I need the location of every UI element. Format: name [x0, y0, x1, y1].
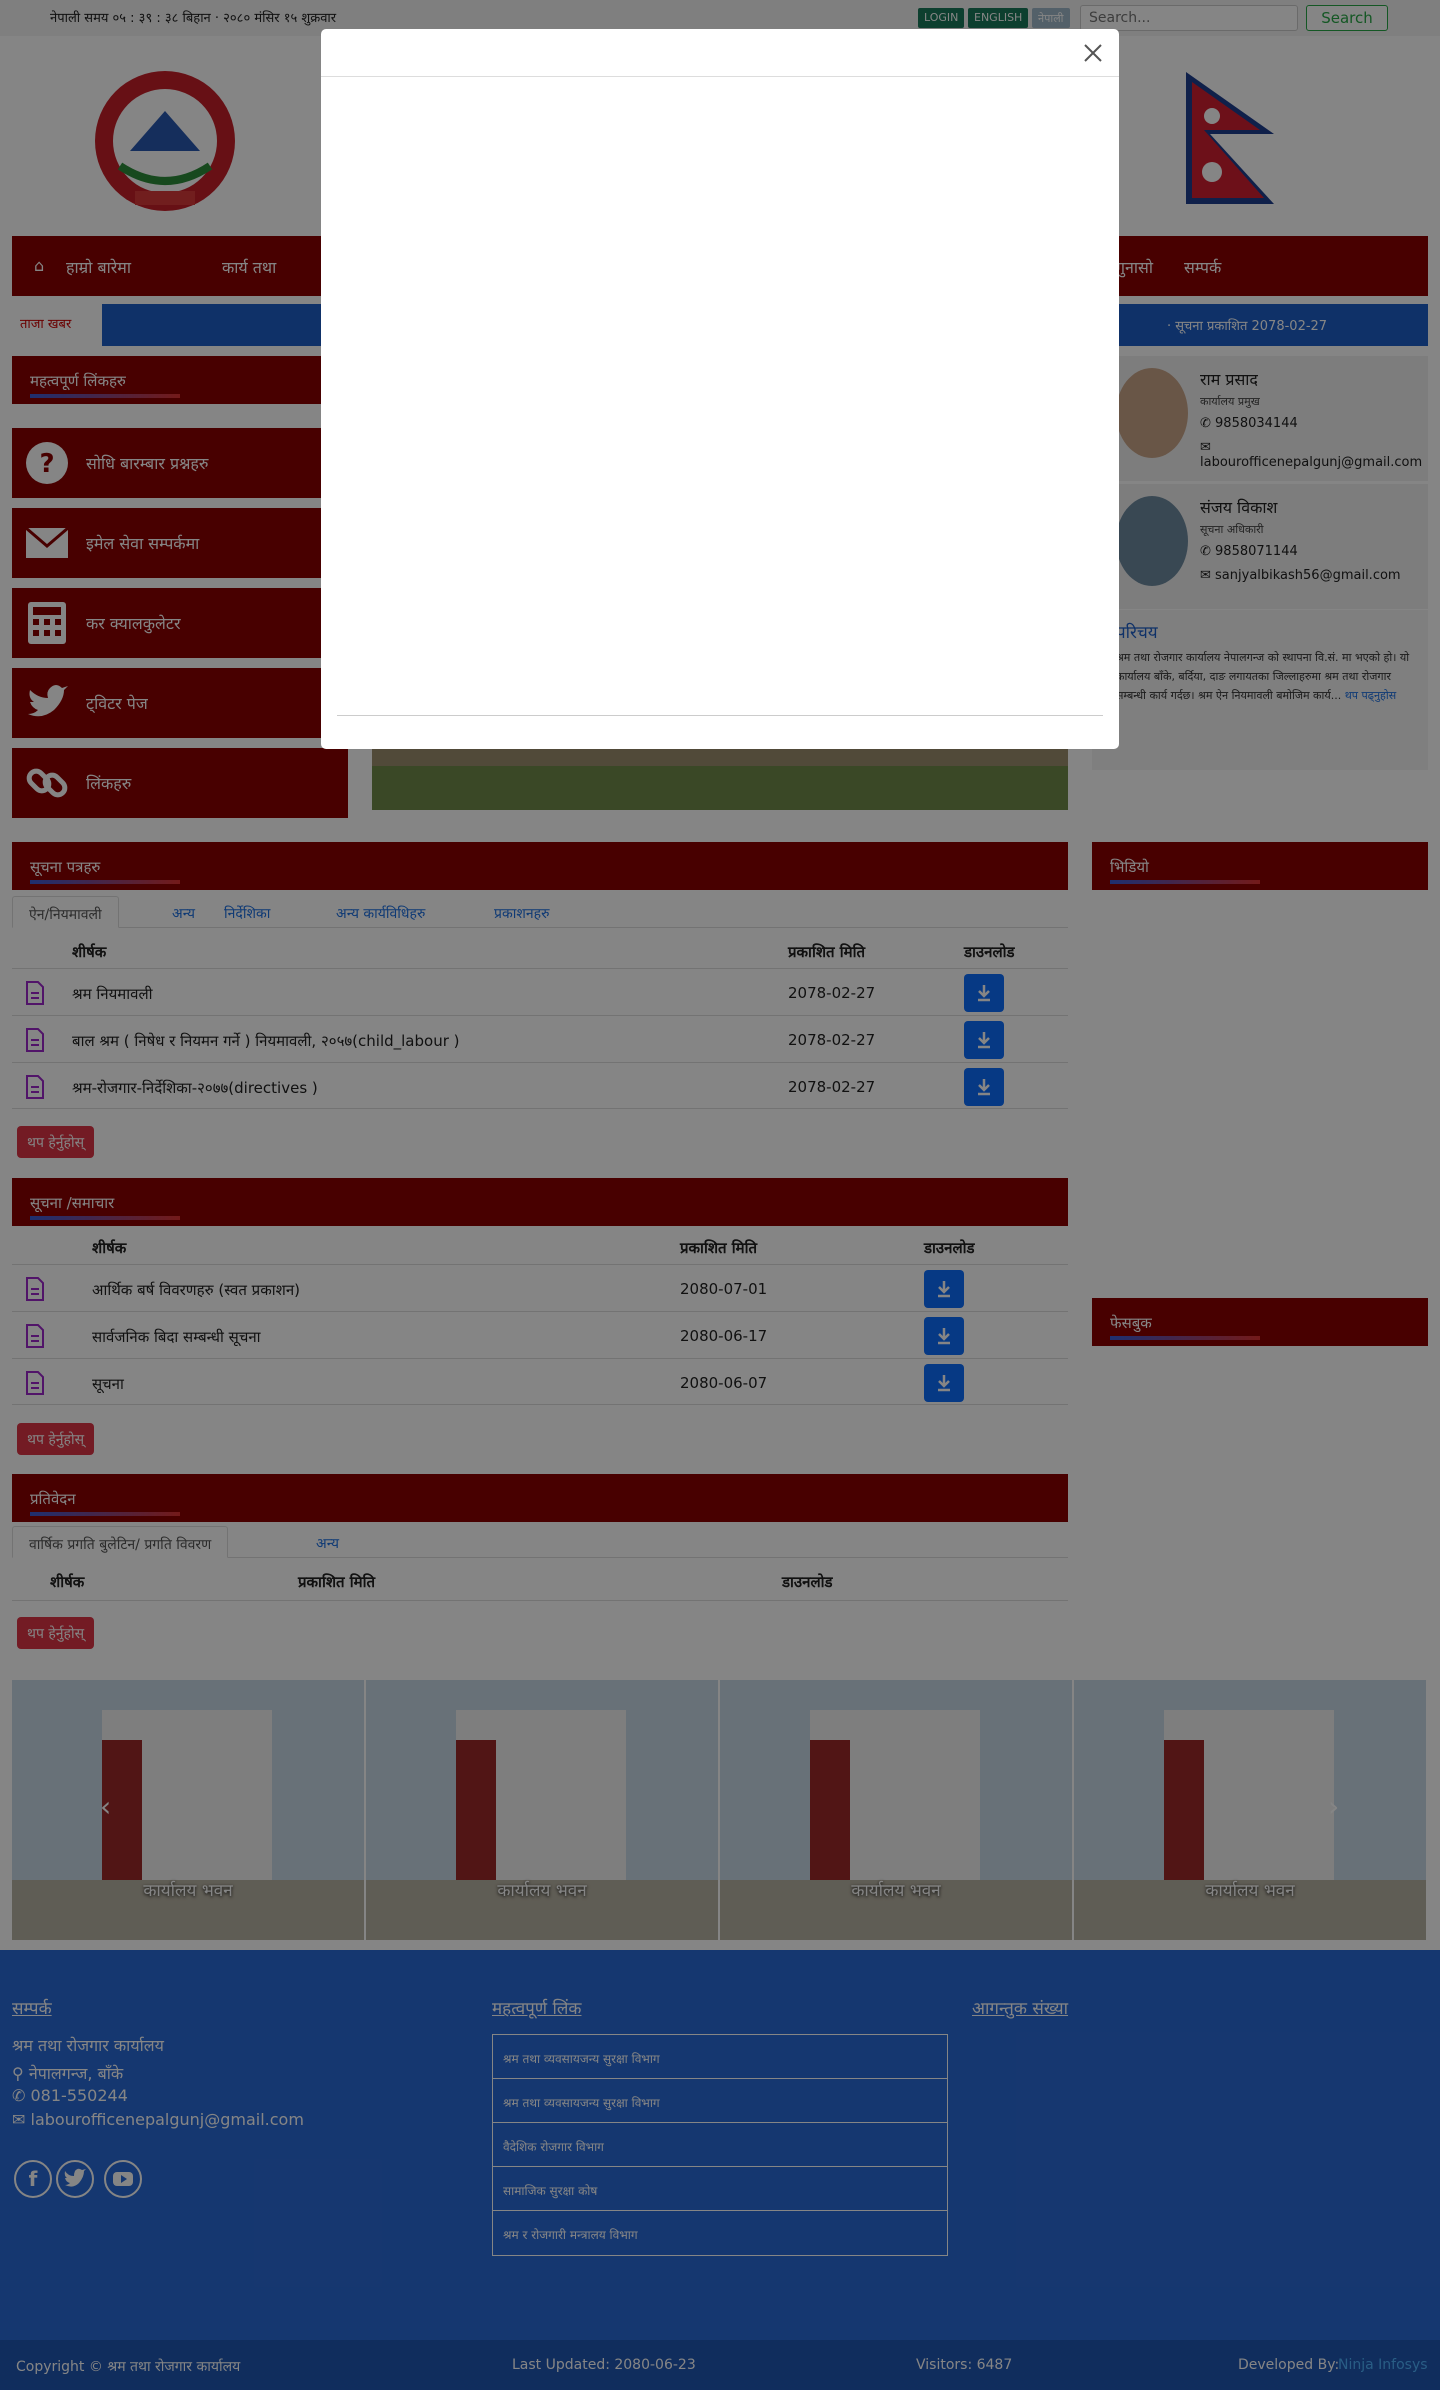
- page: नेपाली समय ०५ : ३९ : ३८ बिहान · २०८० मंस…: [0, 0, 1440, 2390]
- modal-footer-divider: [337, 715, 1103, 716]
- modal-header: [321, 29, 1119, 77]
- popup-modal: [321, 29, 1119, 749]
- close-icon[interactable]: [1081, 41, 1105, 65]
